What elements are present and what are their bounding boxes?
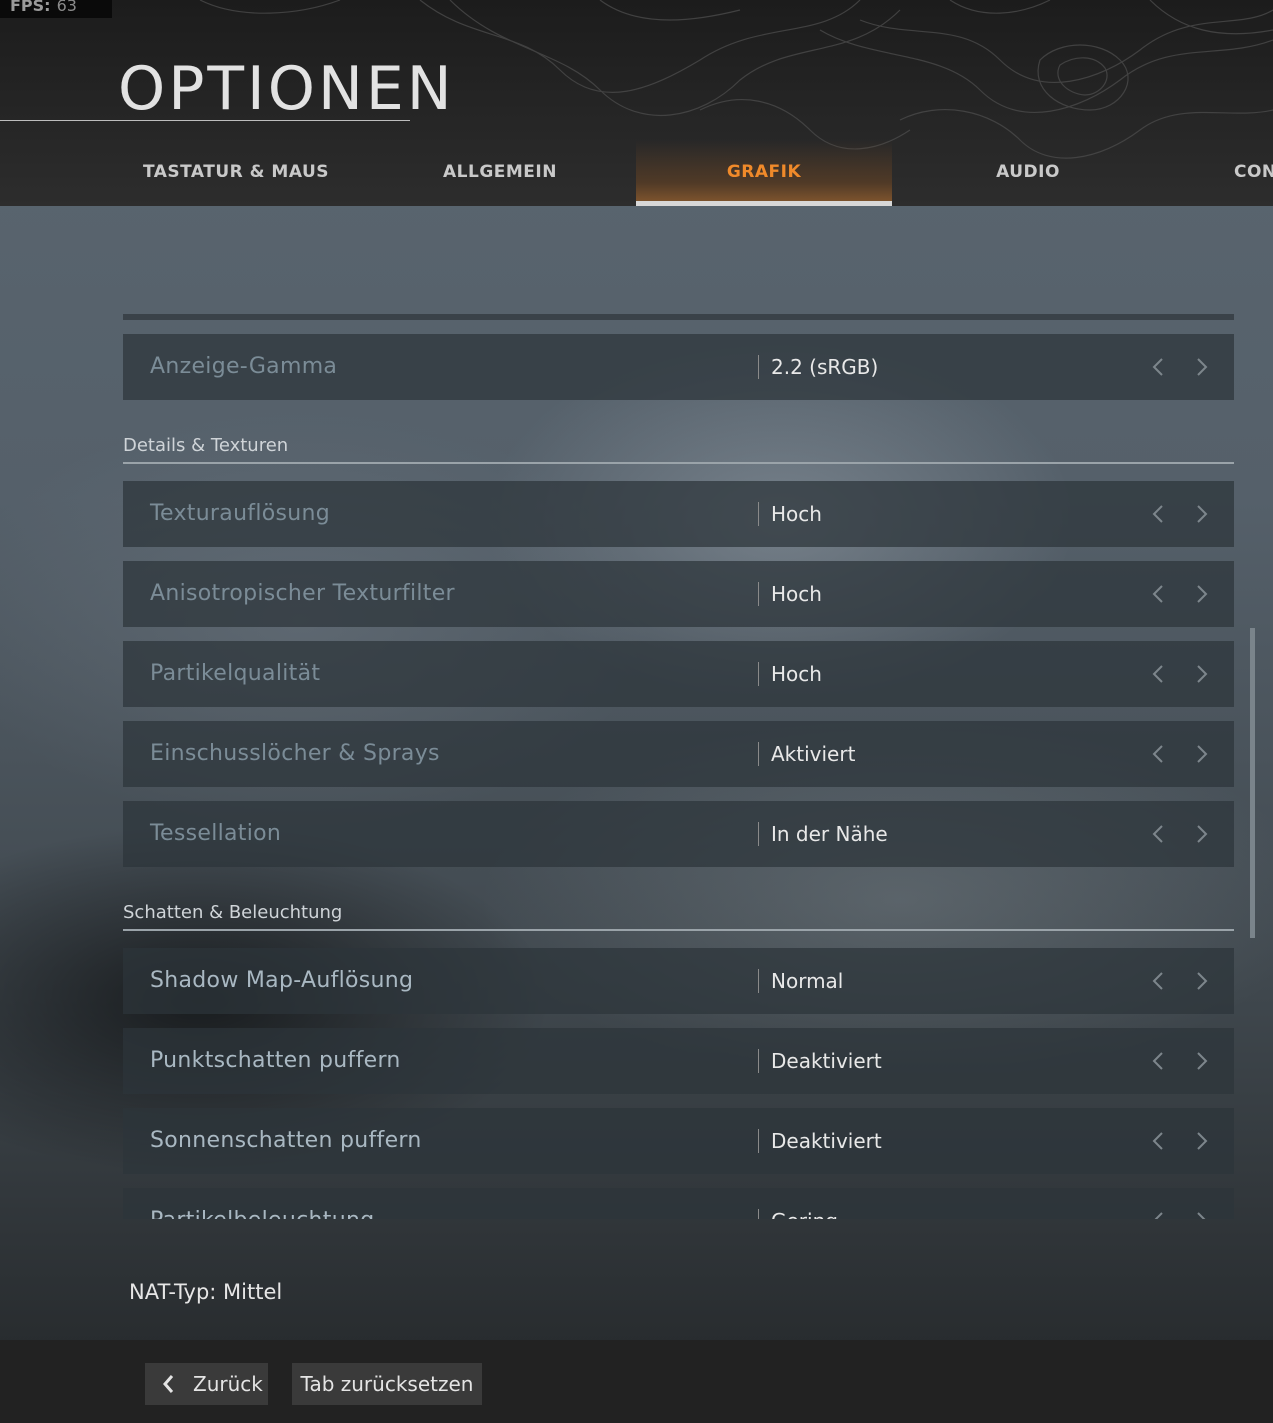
chevron-right-icon[interactable] [1191, 1130, 1211, 1152]
chevron-right-icon[interactable] [1191, 503, 1211, 525]
setting-row-shadow-map-resolution[interactable]: Shadow Map-Auflösung Normal [123, 948, 1234, 1014]
divider [758, 742, 759, 766]
footer-bar: Zurück Tab zurücksetzen [0, 1340, 1273, 1423]
chevron-left-icon[interactable] [1149, 1130, 1169, 1152]
setting-value: Deaktiviert [771, 1049, 882, 1073]
divider [758, 355, 759, 379]
setting-value: Hoch [771, 582, 822, 606]
setting-label: Texturauflösung [150, 501, 331, 526]
setting-row-bullet-impacts[interactable]: Einschusslöcher & Sprays Aktiviert [123, 721, 1234, 787]
tab-keyboard-mouse[interactable]: TASTATUR & MAUS [108, 140, 364, 206]
page-title: OPTIONEN [118, 54, 455, 124]
divider [758, 822, 759, 846]
divider [758, 1129, 759, 1153]
chevron-left-icon[interactable] [1149, 743, 1169, 765]
chevron-right-icon[interactable] [1191, 1050, 1211, 1072]
setting-value: Hoch [771, 502, 822, 526]
setting-row-texture-resolution[interactable]: Texturauflösung Hoch [123, 481, 1234, 547]
fps-counter: FPS: 63 [0, 0, 112, 18]
chevron-left-icon[interactable] [1149, 663, 1169, 685]
setting-value: Normal [771, 969, 844, 993]
tab-audio[interactable]: AUDIO [900, 140, 1156, 206]
setting-value: Aktiviert [771, 742, 856, 766]
section-header-shadows-lighting: Schatten & Beleuchtung [123, 901, 1234, 931]
setting-label: Sonnenschatten puffern [150, 1128, 422, 1153]
divider [758, 1209, 759, 1219]
settings-list: Anzeige-Gamma 2.2 (sRGB) Details & Textu… [123, 314, 1234, 1219]
tab-bar: TASTATUR & MAUS ALLGEMEIN GRAFIK AUDIO C… [0, 140, 1273, 206]
setting-row-display-gamma[interactable]: Anzeige-Gamma 2.2 (sRGB) [123, 334, 1234, 400]
chevron-right-icon[interactable] [1191, 743, 1211, 765]
setting-row-tessellation[interactable]: Tessellation In der Nähe [123, 801, 1234, 867]
setting-value: In der Nähe [771, 822, 888, 846]
setting-label: Partikelbeleuchtung [150, 1188, 374, 1219]
section-header-details-textures: Details & Texturen [123, 434, 1234, 464]
chevron-left-icon[interactable] [1149, 823, 1169, 845]
chevron-right-icon[interactable] [1191, 663, 1211, 685]
back-button-label: Zurück [193, 1372, 263, 1396]
setting-value: Hoch [771, 662, 822, 686]
tab-graphics[interactable]: GRAFIK [636, 140, 892, 206]
header: FPS: 63 OPTIONEN TASTATUR & MAUS ALLGEMEI… [0, 0, 1273, 206]
setting-label: Einschusslöcher & Sprays [150, 741, 440, 766]
chevron-right-icon[interactable] [1191, 1210, 1211, 1219]
chevron-right-icon[interactable] [1191, 583, 1211, 605]
divider [758, 1049, 759, 1073]
divider [758, 662, 759, 686]
setting-row-anisotropic-filter[interactable]: Anisotropischer Texturfilter Hoch [123, 561, 1234, 627]
setting-row-cache-spot-shadows[interactable]: Punktschatten puffern Deaktiviert [123, 1028, 1234, 1094]
chevron-right-icon[interactable] [1191, 970, 1211, 992]
tab-general[interactable]: ALLGEMEIN [372, 140, 628, 206]
chevron-right-icon[interactable] [1191, 823, 1211, 845]
tab-controller[interactable]: CONT [1164, 140, 1273, 206]
back-button[interactable]: Zurück [145, 1363, 268, 1405]
scrollbar[interactable] [1250, 628, 1255, 938]
divider [758, 502, 759, 526]
nat-type-status: NAT-Typ: Mittel [129, 1280, 283, 1304]
chevron-right-icon[interactable] [1191, 356, 1211, 378]
setting-label: Anisotropischer Texturfilter [150, 581, 455, 606]
setting-value: 2.2 (sRGB) [771, 355, 879, 379]
setting-label: Partikelqualität [150, 661, 321, 686]
setting-value: Gering [771, 1188, 838, 1219]
setting-label: Shadow Map-Auflösung [150, 968, 414, 993]
setting-value: Deaktiviert [771, 1129, 882, 1153]
chevron-left-icon[interactable] [1149, 503, 1169, 525]
chevron-left-icon[interactable] [1149, 1210, 1169, 1219]
fps-label: FPS: [10, 0, 51, 15]
setting-row-cache-sun-shadows[interactable]: Sonnenschatten puffern Deaktiviert [123, 1108, 1234, 1174]
divider [758, 969, 759, 993]
divider [758, 582, 759, 606]
title-underline [0, 120, 410, 121]
setting-label: Punktschatten puffern [150, 1048, 401, 1073]
reset-tab-button[interactable]: Tab zurücksetzen [292, 1363, 482, 1405]
chevron-left-icon[interactable] [1149, 356, 1169, 378]
fps-value: 63 [56, 0, 77, 15]
chevron-left-icon[interactable] [1149, 1050, 1169, 1072]
list-top-divider [123, 314, 1234, 320]
setting-label: Tessellation [150, 821, 282, 846]
setting-row-particle-quality[interactable]: Partikelqualität Hoch [123, 641, 1234, 707]
chevron-left-icon [163, 1375, 174, 1393]
setting-row-particle-lighting[interactable]: Partikelbeleuchtung Gering [123, 1188, 1234, 1219]
setting-label: Anzeige-Gamma [150, 354, 338, 379]
chevron-left-icon[interactable] [1149, 970, 1169, 992]
chevron-left-icon[interactable] [1149, 583, 1169, 605]
